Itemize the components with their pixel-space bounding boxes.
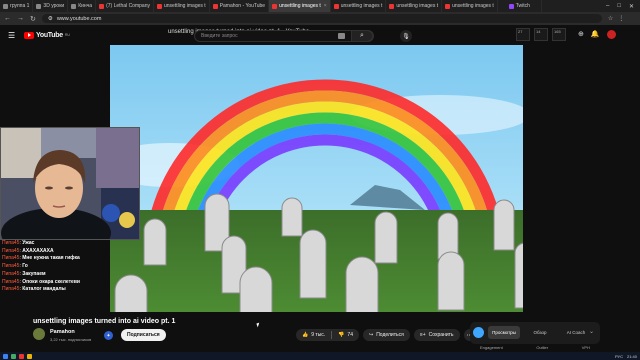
- tab-10[interactable]: Twitch: [498, 0, 542, 12]
- system-tray: РУС 21:40: [614, 353, 637, 359]
- youtube-favicon-icon: [333, 3, 339, 9]
- address-bar-row: ← → ↻ ⚙ www.youtube.com ☆ ⋮: [0, 12, 640, 25]
- tab-ai-coach[interactable]: AI Coach: [560, 326, 592, 339]
- analytics-panel: Просмотры Обзор AI Coach ⌄: [470, 322, 600, 344]
- save-icon: ≡+: [419, 332, 426, 338]
- account-avatar[interactable]: [606, 30, 616, 39]
- create-icon[interactable]: ⊕: [578, 30, 584, 39]
- youtube-favicon-icon: [445, 3, 451, 9]
- url-field[interactable]: ⚙ www.youtube.com: [41, 14, 602, 23]
- chat-message: Пипа45: Закупаем: [2, 270, 46, 277]
- like-button[interactable]: 👍 9 тыс.: [296, 329, 331, 341]
- tab-overview[interactable]: Обзор: [524, 326, 556, 339]
- youtube-favicon-icon: [156, 3, 162, 9]
- analytics-logo-icon: [473, 327, 484, 338]
- maximize-icon[interactable]: □: [617, 3, 621, 10]
- app-icon[interactable]: [11, 353, 16, 359]
- tab-1[interactable]: 3D уроки: [33, 0, 69, 12]
- thumbs-down-icon: 👎: [338, 332, 345, 338]
- stat-box: 165: [552, 28, 566, 41]
- stats-widget: 27 14 165: [516, 28, 566, 41]
- os-taskbar: РУС 21:40: [0, 352, 640, 360]
- subscriber-count: 3,22 тыс. подписчиков: [50, 337, 92, 342]
- chat-message: Пипа45: Опоки окара скелетеви: [2, 278, 80, 285]
- tab-3[interactable]: (7) Lethal Company: [96, 0, 154, 12]
- youtube-favicon-icon: [272, 3, 278, 9]
- reload-icon[interactable]: ↻: [30, 15, 36, 23]
- youtube-favicon-icon: [212, 3, 218, 9]
- channel-avatar[interactable]: [33, 328, 45, 340]
- analytics-labels: Engagement Outlier VPH: [480, 345, 590, 350]
- header-icons: ⊕ 🔔: [578, 30, 616, 39]
- extensions-icon[interactable]: ⋮: [618, 15, 624, 22]
- chat-message: Пипа45: Ужас: [2, 240, 35, 246]
- video-actions: 👍9 тыс. 👎74 ↪Поделиться ≡+Сохранить ⋯: [296, 329, 476, 341]
- close-window-icon[interactable]: ✕: [629, 3, 634, 10]
- chat-message: Пипа45: Каталог мандалы: [2, 286, 66, 293]
- tab-4[interactable]: unsettling images t: [154, 0, 210, 12]
- forward-icon[interactable]: →: [17, 15, 24, 22]
- back-icon[interactable]: ←: [4, 15, 11, 22]
- tab-favicon-icon: [3, 3, 8, 9]
- tab-9[interactable]: unsettling images t: [442, 0, 498, 12]
- twitch-favicon-icon: [508, 3, 514, 9]
- stream-chat: Пипа45: Ужас Пипа45: АХАХАХАХА Пипа45: М…: [2, 240, 112, 294]
- site-info-icon[interactable]: ⚙: [48, 16, 53, 22]
- chevron-down-icon[interactable]: ⌄: [589, 328, 594, 335]
- share-button[interactable]: ↪ Поделиться: [362, 329, 410, 341]
- video-frame: [110, 45, 523, 312]
- minimize-icon[interactable]: –: [606, 3, 609, 10]
- window-controls: – □ ✕: [606, 3, 640, 10]
- tab-8[interactable]: unsettling images t: [386, 0, 443, 12]
- stat-box: 27: [516, 28, 530, 41]
- stat-box: 14: [534, 28, 548, 41]
- youtube-favicon-icon: [389, 3, 395, 9]
- bookmark-star-icon[interactable]: ☆: [608, 15, 613, 22]
- tab-views[interactable]: Просмотры: [488, 326, 520, 339]
- start-icon[interactable]: [3, 353, 8, 359]
- tab-0[interactable]: группа 1: [0, 0, 34, 12]
- tab-7[interactable]: unsettling images t: [331, 0, 387, 12]
- extensions-area: ☆ ⋮: [608, 15, 624, 22]
- share-icon: ↪: [368, 332, 374, 338]
- search-button[interactable]: ⌕: [351, 30, 373, 42]
- membership-badge-icon[interactable]: ✦: [104, 331, 113, 340]
- chat-message: Пипа45: Го: [2, 263, 28, 270]
- tab-favicon-icon: [36, 3, 42, 9]
- streamer-camera: [1, 128, 139, 239]
- tab-6-active[interactable]: unsettling images t ×: [269, 0, 331, 12]
- notifications-icon[interactable]: 🔔: [591, 30, 600, 39]
- youtube-header-controls: Введите запрос ⌕ 🎙 27 14 165 ⊕ 🔔: [0, 25, 640, 45]
- like-dislike-group: 👍 9 тыс. 👎 74: [296, 329, 359, 341]
- tab-2[interactable]: Кинча: [68, 0, 97, 12]
- video-player[interactable]: [110, 45, 523, 312]
- thumbs-up-icon: 👍: [302, 332, 309, 338]
- youtube-favicon-icon: [99, 3, 105, 9]
- tab-5[interactable]: Pamahon - YouTube: [210, 0, 270, 12]
- search-input[interactable]: Введите запрос ⌕: [194, 30, 374, 42]
- close-tab-icon[interactable]: ×: [324, 3, 327, 9]
- subscribe-button[interactable]: Подписаться: [121, 329, 166, 341]
- browser-tab-bar: группа 1 3D уроки Кинча (7) Lethal Compa…: [0, 0, 640, 12]
- video-title: unsettling images turned into ai video p…: [33, 318, 176, 325]
- dislike-button[interactable]: 👎 74: [332, 329, 359, 341]
- tab-favicon-icon: [71, 3, 77, 9]
- app-icon[interactable]: [19, 353, 24, 359]
- save-button[interactable]: ≡+ Сохранить: [413, 329, 460, 341]
- channel-name[interactable]: Pamahon: [50, 329, 75, 335]
- app-icon[interactable]: [27, 353, 32, 359]
- keyboard-icon[interactable]: [338, 33, 345, 39]
- webcam-overlay: [0, 127, 140, 240]
- mic-icon[interactable]: 🎙: [400, 30, 412, 42]
- analytics-tabs: Просмотры Обзор AI Coach: [488, 326, 592, 339]
- chat-message: Пипа45: Мне нужна такая гифка: [2, 255, 80, 262]
